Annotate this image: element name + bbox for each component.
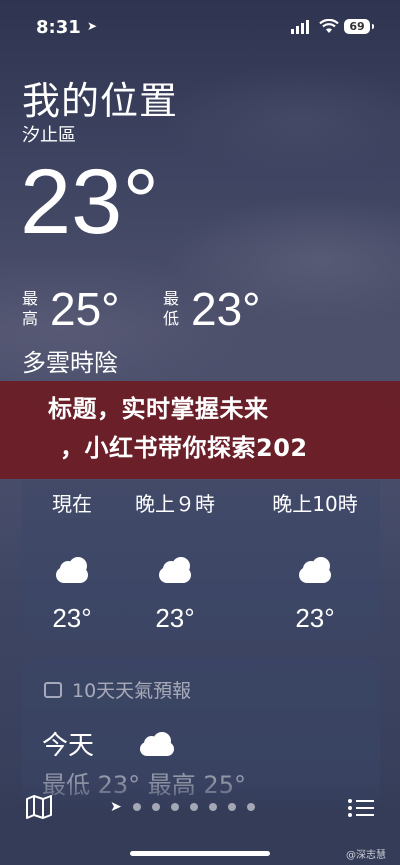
hour-label: 現在 <box>52 492 92 516</box>
location-arrow-icon: ➤ <box>87 19 98 33</box>
hour-item: 現在 23° <box>22 488 122 634</box>
page-dot <box>208 803 217 811</box>
low-label: 最低 <box>163 289 180 328</box>
page-dot <box>189 803 198 811</box>
cloud-icon <box>138 732 176 756</box>
home-indicator <box>130 851 270 856</box>
page-dot <box>170 803 179 811</box>
hour-label: 晚上９時 <box>135 492 215 516</box>
page-dot <box>151 803 160 811</box>
low-temp: 最低 23° <box>163 282 261 336</box>
wifi-icon <box>319 19 339 33</box>
hour-temp: 23° <box>155 603 195 633</box>
page-indicator[interactable]: ➤ <box>110 799 255 815</box>
overlay-banner: 标题，实时掌握未来 ，小红书带你探索202 <box>0 381 400 479</box>
location-arrow-icon: ➤ <box>110 799 122 815</box>
banner-line-2: ，小红书带你探索202 <box>60 434 308 462</box>
high-value: 25° <box>50 283 120 335</box>
status-time: 8:31 <box>36 17 81 38</box>
forecast-day-label: 今天 <box>42 731 95 761</box>
condition-text: 多雲時陰 <box>22 349 118 377</box>
map-icon[interactable] <box>25 795 53 819</box>
hour-label: 晚上10時 <box>272 492 358 516</box>
cellular-signal-icon <box>291 20 309 34</box>
banner-line-1: 标题，实时掌握未来 <box>48 395 269 423</box>
hour-item: 晚上９時 23° <box>125 488 225 634</box>
page-dot <box>132 803 141 811</box>
current-temperature: 23° <box>20 151 160 253</box>
hour-item: 晚上10時 23° <box>260 488 370 634</box>
high-temp: 最高 25° <box>22 282 120 336</box>
location-title: 我的位置 <box>22 79 179 123</box>
cloud-icon <box>155 557 195 583</box>
high-label: 最高 <box>22 289 39 328</box>
forecast-header: 10天天氣預報 <box>44 676 191 703</box>
location-subtitle: 汐止區 <box>22 125 76 146</box>
page-dot <box>227 803 236 811</box>
status-bar: 8:31 ➤ 69 <box>0 0 400 54</box>
hour-temp: 23° <box>52 603 92 633</box>
hourly-forecast[interactable]: 現在 23° 晚上９時 23° 晚上10時 23° <box>22 480 380 640</box>
calendar-icon <box>44 681 62 698</box>
low-value: 23° <box>191 283 261 335</box>
cloud-icon <box>295 557 335 583</box>
page-dot <box>246 803 255 811</box>
forecast-header-label: 10天天氣預報 <box>72 680 192 702</box>
battery-indicator: 69 <box>344 19 374 34</box>
hour-temp: 23° <box>295 603 335 633</box>
list-icon[interactable] <box>348 796 374 818</box>
watermark-text: @深志慧 <box>346 850 386 861</box>
cloud-icon <box>52 557 92 583</box>
